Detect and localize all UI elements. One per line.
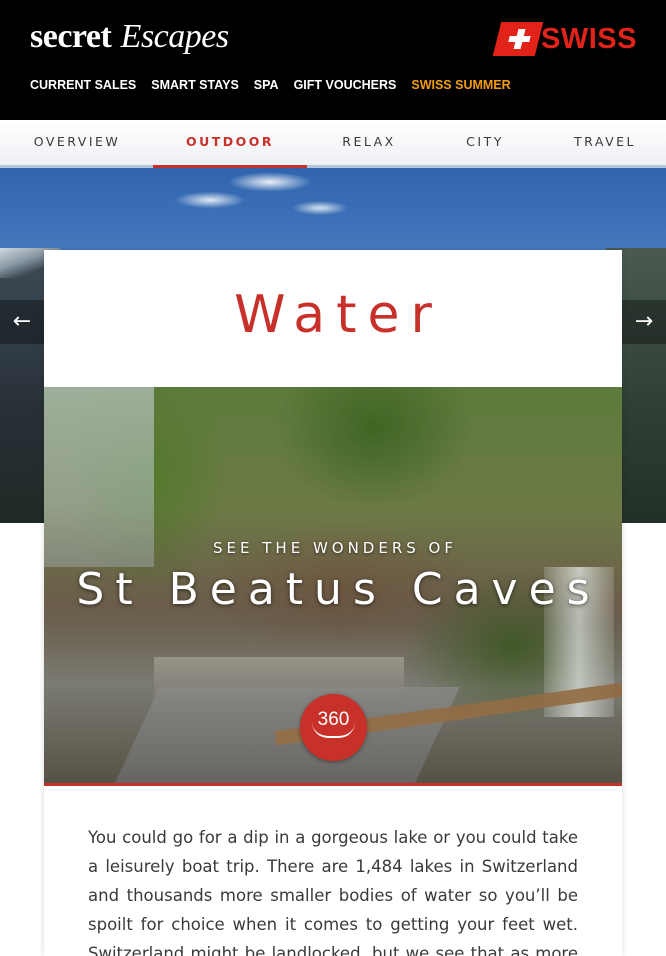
logo-word-secret: secret	[30, 18, 112, 55]
logo-word-escapes: Escapes	[120, 18, 229, 55]
nav-gift-vouchers[interactable]: GIFT VOUCHERS	[294, 78, 397, 96]
card-body-text: You could go for a dip in a gorgeous lak…	[88, 828, 578, 956]
tab-travel[interactable]: TRAVEL	[528, 120, 666, 168]
nav-swiss-summer[interactable]: SWISS SUMMER	[411, 78, 510, 96]
site-header: secret Escapes SWISS CURRENT SALES SMART…	[0, 0, 666, 120]
nav-current-sales[interactable]: CURRENT SALES	[30, 78, 136, 96]
next-slide-label[interactable]: Air	[634, 420, 666, 445]
section-tabs: OVERVIEW OUTDOOR RELAX CITY TRAVEL	[0, 120, 666, 168]
main-nav: CURRENT SALES SMART STAYS SPA GIFT VOUCH…	[30, 78, 526, 96]
nav-spa[interactable]: SPA	[254, 78, 279, 96]
swiss-logo[interactable]: SWISS	[492, 22, 637, 56]
tab-overview[interactable]: OVERVIEW	[0, 120, 154, 168]
rotate-360-icon	[312, 722, 355, 738]
secret-escapes-logo[interactable]: secret Escapes	[30, 18, 229, 56]
photo-place-name: St Beatus Caves	[76, 564, 601, 615]
photo-kicker: SEE THE WONDERS OF	[213, 539, 457, 557]
card-title: Water	[234, 285, 443, 345]
tab-outdoor[interactable]: OUTDOOR	[153, 120, 307, 168]
swiss-wordmark: SWISS	[541, 23, 637, 55]
view-360-button[interactable]: 360	[300, 694, 367, 761]
nav-smart-stays[interactable]: SMART STAYS	[151, 78, 239, 96]
photo-divider	[44, 783, 622, 786]
